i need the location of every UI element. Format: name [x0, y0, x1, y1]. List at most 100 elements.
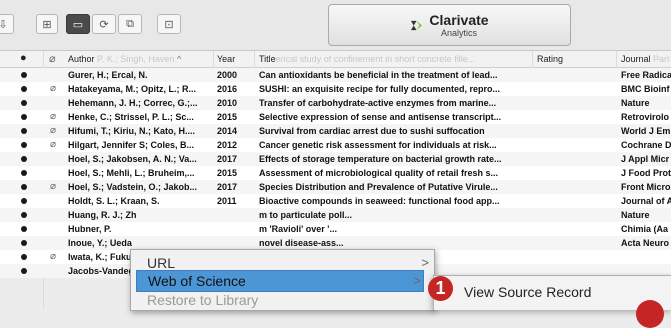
author-cell: Huang, R. J.; Zh [68, 210, 137, 220]
chevron-right-icon: > [421, 255, 429, 270]
author-cell: Hoel, S.; Mehli, L.; Bruheim,... [68, 168, 195, 178]
year-cell: 2015 [217, 168, 238, 178]
table-row[interactable]: Inoue, Y.; Ueda novel disease-ass... Acta … [0, 236, 671, 250]
title-column-header[interactable]: Titleerical study of confinement in shor… [259, 54, 529, 64]
author-cell: Henke, C.; Strissel, P. L.; Sc... [68, 112, 194, 122]
author-cell: Hoel, S.; Vadstein, O.; Jakob... [68, 182, 198, 192]
journal-cell: J Appl Micr [621, 154, 670, 164]
toolbar-button-left[interactable]: ⇩ [0, 14, 14, 34]
table-row[interactable]: ⌀ Hifumi, T.; Kiriu, N.; Kato, H.... 2014 S… [0, 124, 671, 138]
author-cell: Gurer, H.; Ercal, N. [68, 70, 148, 80]
table-row[interactable]: Gurer, H.; Ercal, N. 2000 Can antioxidants… [0, 68, 671, 82]
journal-cell: Free Radica [621, 70, 671, 80]
panel-button[interactable]: ⊡ [157, 14, 181, 34]
year-cell: 2012 [217, 140, 238, 150]
table-row[interactable]: Huang, R. J.; Zh m to particulate poll...… [0, 208, 671, 222]
journal-cell: Front Micro [621, 182, 671, 192]
unread-dot-icon [21, 240, 27, 246]
journal-cell: World J Em [621, 126, 671, 136]
table-row[interactable]: Holdt, S. L.; Kraan, S. 2011 Bioactive com… [0, 194, 671, 208]
paperclip-icon: ⌀ [50, 139, 57, 150]
paperclip-icon: ⌀ [50, 251, 57, 262]
year-cell: 2016 [217, 84, 238, 94]
paperclip-icon: ⌀ [50, 125, 57, 136]
table-row[interactable]: Hehemann, J. H.; Correc, G.;... 2010 Trans… [0, 96, 671, 110]
table-row[interactable]: ⌀ Hoel, S.; Vadstein, O.; Jakob... 2017 Spe… [0, 180, 671, 194]
sync-icon[interactable]: ⟳ [92, 14, 116, 34]
year-cell: 2017 [217, 182, 238, 192]
table-row[interactable]: ⌀ Hatakeyama, M.; Opitz, L.; R... 2016 SUSH… [0, 82, 671, 96]
title-cell: Transfer of carbohydrate-active enzymes … [259, 98, 497, 108]
title-cell: m to particulate poll... [259, 210, 353, 220]
unread-dot-icon [21, 72, 27, 78]
title-cell: Bioactive compounds in seaweed: function… [259, 196, 500, 206]
year-cell: 2011 [217, 196, 237, 206]
unread-dot-icon [21, 142, 27, 148]
unread-dot-icon [21, 128, 27, 134]
author-cell: Inoue, Y.; Ueda [68, 238, 132, 248]
year-cell: 2017 [217, 154, 238, 164]
paperclip-icon: ⌀ [50, 83, 57, 94]
rating-column-header[interactable]: Rating [537, 54, 563, 64]
journal-cell: BMC Bioinf [621, 84, 670, 94]
unread-dot-icon [21, 226, 27, 232]
view-source-record-item[interactable]: View Source Record [464, 284, 591, 300]
table-row[interactable]: Hoel, S.; Mehli, L.; Bruheim,... 2015 Asse… [0, 166, 671, 180]
table-row[interactable]: ⌀ Hilgart, Jennifer S; Coles, B... 2012 Can… [0, 138, 671, 152]
year-cell: 2015 [217, 112, 238, 122]
author-cell: Hubner, P. [68, 224, 112, 234]
layout-button[interactable]: ▭ [66, 14, 90, 34]
menu-item-web-of-science[interactable]: Web of Science > [136, 270, 424, 292]
author-cell: Holdt, S. L.; Kraan, S. [68, 196, 160, 206]
read-status-header-icon[interactable]: ● [20, 52, 27, 64]
title-cell: Can antioxidants be beneficial in the tr… [259, 70, 498, 80]
journal-cell: Acta Neuro [621, 238, 670, 248]
clarivate-sub: Analytics [440, 27, 477, 38]
unread-dot-icon [21, 184, 27, 190]
table-row[interactable]: Hoel, S.; Jakobsen, A. N.; Va... 2017 Effe… [0, 152, 671, 166]
author-cell: Hilgart, Jennifer S; Coles, B... [68, 140, 195, 150]
context-menu: URL > Web of Science > Restore to Librar… [130, 249, 435, 311]
unread-dot-icon [21, 170, 27, 176]
paperclip-icon: ⌀ [50, 181, 57, 192]
title-cell: m 'Ravioli' over '... [259, 224, 337, 234]
author-cell: Hoel, S.; Jakobsen, A. N.; Va... [68, 154, 197, 164]
journal-cell: Retrovirolo [621, 112, 670, 122]
author-cell: Hehemann, J. H.; Correc, G.;... [68, 98, 198, 108]
journal-cell: J Food Prot [621, 168, 671, 178]
title-cell: SUSHI: an exquisite recipe for fully doc… [259, 84, 501, 94]
attachment-header-icon[interactable]: ⌀ [49, 52, 56, 65]
menu-item-label: Restore to Library [147, 292, 259, 308]
title-cell: Assessment of microbiological quality of… [259, 168, 499, 178]
unread-dot-icon [21, 156, 27, 162]
paperclip-icon: ⌀ [50, 111, 57, 122]
unread-dot-icon [21, 254, 27, 260]
table-row[interactable]: Hubner, P. m 'Ravioli' over '... Chimia (A… [0, 222, 671, 236]
author-column-header[interactable]: Author P. K.; Singh, Haven ^ [68, 54, 181, 64]
author-cell: Hifumi, T.; Kiriu, N.; Kato, H.... [68, 126, 195, 136]
year-cell: 2010 [217, 98, 238, 108]
unread-dot-icon [21, 198, 27, 204]
new-item-button[interactable]: ⊞ [36, 14, 58, 34]
toolbar: ⇩ ⊞ ▭ ⟳ ⧉ ⊡ Clarivate Analytics [0, 0, 671, 51]
title-cell: Cancer genetic risk assessment for indiv… [259, 140, 497, 150]
unread-dot-icon [21, 212, 27, 218]
menu-item-label: Web of Science [148, 273, 246, 289]
title-cell: Selective expression of sense and antise… [259, 112, 502, 122]
year-column-header[interactable]: Year [217, 54, 235, 64]
journal-column-header[interactable]: Journal Part [621, 54, 670, 64]
year-cell: 2014 [217, 126, 238, 136]
clarivate-button[interactable]: Clarivate Analytics [328, 4, 571, 46]
column-header: ● ⌀ Author P. K.; Singh, Haven ^ Year Ti… [0, 51, 671, 68]
title-cell: Survival from cardiac arrest due to sush… [259, 126, 485, 136]
menu-item-label: URL [147, 255, 176, 271]
clarivate-name: Clarivate [429, 11, 489, 28]
title-cell: Species Distribution and Prevalence of P… [259, 182, 498, 192]
unread-dot-icon [21, 100, 27, 106]
unread-dot-icon [21, 268, 27, 274]
unread-dot-icon [21, 86, 27, 92]
table-row[interactable]: ⌀ Henke, C.; Strissel, P. L.; Sc... 2015 Se… [0, 110, 671, 124]
clarivate-logo-icon [411, 20, 423, 30]
journal-cell: Cochrane D [621, 140, 671, 150]
folder-button[interactable]: ⧉ [118, 14, 142, 34]
